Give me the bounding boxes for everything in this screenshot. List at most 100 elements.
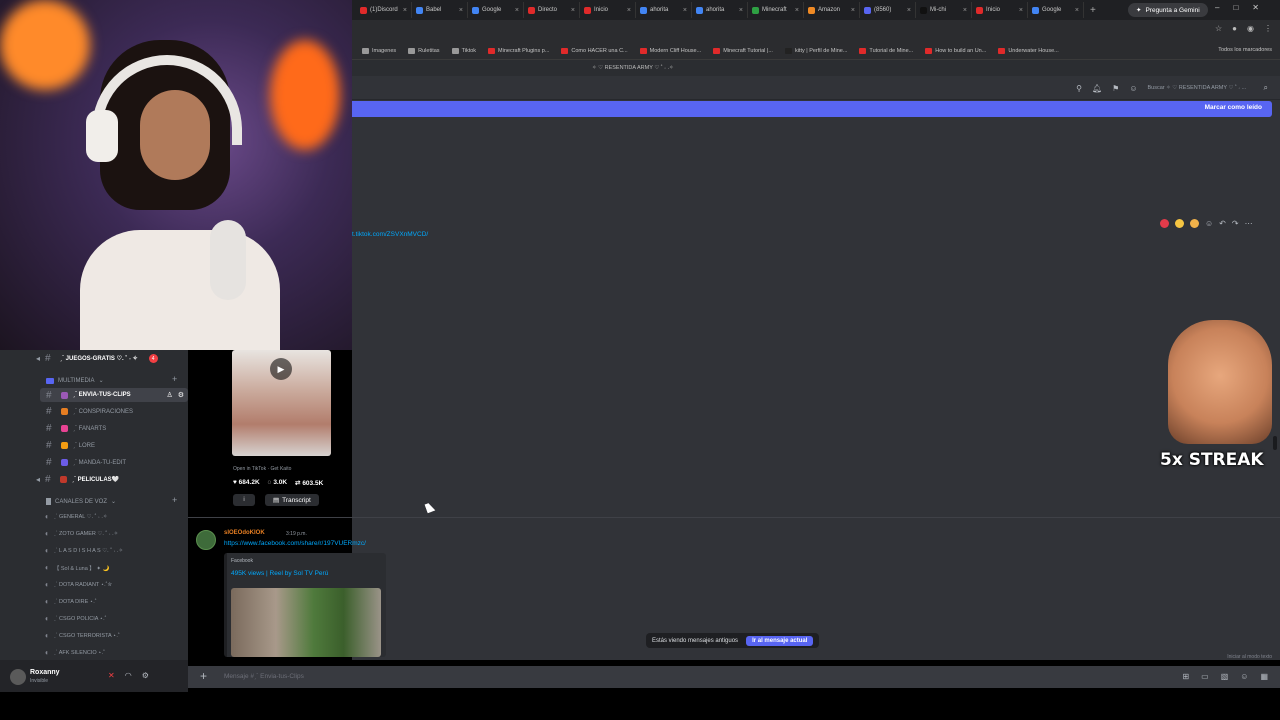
voice-channel[interactable]: ◖ ˏˋ DOTA RADIANT ⋆.˚✮ (44, 580, 112, 589)
browser-tab[interactable]: Babel × (412, 2, 468, 18)
new-tab-button[interactable]: + (1084, 5, 1102, 16)
gift-icon[interactable]: ⊞ (1182, 672, 1189, 681)
emoji-icon[interactable]: ☺ (1240, 672, 1248, 681)
channel-fanarts[interactable]: # ˏˋ FANARTS (46, 423, 106, 434)
close-tab-icon[interactable]: × (1019, 7, 1023, 14)
close-tab-icon[interactable]: × (459, 7, 463, 14)
bookmark-item[interactable]: Underwater House... (998, 47, 1059, 54)
search-input[interactable]: Buscar ✧ ♡ RESENTIDA ARMY ♡ ˚ ˖ ... (1148, 85, 1254, 91)
bookmark-item[interactable]: Como HACER una C... (561, 47, 628, 54)
gemini-button[interactable]: ✦ Pregunta a Gemini (1128, 3, 1208, 17)
browser-tab[interactable]: Mi-chi × (916, 2, 972, 18)
message-input[interactable] (188, 666, 1280, 688)
voice-channel[interactable]: ◖ ˏˋ AFK SILENCIO ⋆.˚ (44, 648, 105, 657)
menu-icon[interactable]: ⋮ (1264, 24, 1272, 33)
close-tab-icon[interactable]: × (851, 7, 855, 14)
category-multimedia[interactable]: MULTIMEDIA ⌄ (46, 377, 104, 384)
gear-icon[interactable]: ⚙ (142, 671, 149, 680)
close-window-button[interactable]: ✕ (1252, 3, 1259, 12)
close-tab-icon[interactable]: × (515, 7, 519, 14)
hand-reaction-icon[interactable] (1190, 219, 1199, 228)
browser-tab[interactable]: Inicio × (972, 2, 1028, 18)
browser-tab[interactable]: Minecraft × (748, 2, 804, 18)
channel-manda-tu-edit[interactable]: # ˏˋ MANDA-TU-EDIT (46, 457, 126, 468)
info-button[interactable]: i (233, 494, 255, 506)
bookmark-item[interactable]: Tutorial de Mine... (859, 47, 913, 54)
bookmark-item[interactable]: kitty | Perfil de Mine... (784, 47, 847, 54)
channel-lore[interactable]: # ˏˋ LORE (46, 440, 95, 451)
new-messages-bar[interactable] (352, 101, 1272, 117)
sticker-icon[interactable]: ▧ (1221, 672, 1229, 681)
voice-channel[interactable]: ◖ ˏˋ CSGO POLICIA ⋆.˚ (44, 614, 107, 623)
message-author[interactable]: sIOEOdoKIOK (224, 530, 265, 536)
members-icon[interactable]: ☺ (1129, 84, 1137, 93)
browser-tab[interactable]: Directo × (524, 2, 580, 18)
close-tab-icon[interactable]: × (907, 7, 911, 14)
minimize-button[interactable]: – (1215, 3, 1219, 12)
close-tab-icon[interactable]: × (627, 7, 631, 14)
profile-icon[interactable]: ◉ (1247, 24, 1254, 33)
tiktok-link[interactable]: t.tiktok.com/ZSVXnMVCD/ (352, 231, 428, 238)
bookmark-item[interactable]: Minecraft Plugins p... (488, 47, 549, 54)
play-icon[interactable]: ▶ (270, 358, 292, 380)
close-tab-icon[interactable]: × (739, 7, 743, 14)
emoji-reaction-icon[interactable] (1175, 219, 1184, 228)
browser-tab[interactable]: (8560) × (860, 2, 916, 18)
browser-tab[interactable]: Inicio × (580, 2, 636, 18)
browser-tab[interactable]: Google × (468, 2, 524, 18)
embed-title-link[interactable]: 495K views | Reel by Sol TV Perú (231, 570, 328, 577)
transcript-button[interactable]: ▤ Transcript (265, 494, 319, 506)
bookmark-item[interactable]: How to build an Un... (925, 47, 986, 54)
plus-icon[interactable]: + (200, 669, 207, 683)
facebook-link[interactable]: https://www.facebook.com/share/r/197VUER… (224, 540, 366, 547)
close-tab-icon[interactable]: × (1075, 7, 1079, 14)
voice-channel[interactable]: ◖ ˏˋ GENERAL ♡. ˚ ˖ .✧ (44, 512, 108, 521)
channel-envia-tus-clips[interactable]: # ˏˋ ENVIA-TUS-CLIPS ♙ ⚙ (40, 388, 188, 402)
browser-tab[interactable]: (1)Discord × (356, 2, 412, 18)
channel-conspiraciones[interactable]: # ˏˋ CONSPIRACIONES (46, 406, 133, 417)
message-input-placeholder[interactable]: Mensaje #ˏˋ Envia-tus-Clips (224, 673, 304, 680)
browser-tab[interactable]: ahorita × (692, 2, 748, 18)
bookmark-item[interactable]: Imagenes (362, 47, 396, 54)
extension-icon[interactable]: ● (1232, 24, 1237, 33)
avatar[interactable] (196, 530, 216, 550)
bookmark-item[interactable]: Minecraft Tutorial |... (713, 47, 773, 54)
mark-as-read-button[interactable]: Marcar como leído (1205, 104, 1262, 111)
channel-juegos-gratis[interactable]: ◂ # ˏˋ JUEGOS-GRATIS ♡. ˚ ˖ ✧ 4 (36, 353, 158, 364)
browser-tab[interactable]: Amazon × (804, 2, 860, 18)
heart-reaction-icon[interactable] (1160, 219, 1169, 228)
user-name[interactable]: Roxanny (30, 669, 60, 676)
reply-icon[interactable]: ↶ (1219, 219, 1226, 228)
embed-image[interactable] (231, 588, 381, 657)
user-avatar[interactable] (10, 669, 26, 685)
address-bar[interactable] (352, 20, 1280, 42)
star-icon[interactable]: ☆ (1215, 24, 1222, 33)
all-bookmarks[interactable]: Todos los marcadores (1218, 47, 1272, 53)
voice-channel[interactable]: ◖ ˏˋ ZOTO GAMER ♡. ˚ ˖ .✧ (44, 529, 118, 538)
jump-to-present-button[interactable]: Ir al mensaje actual (746, 635, 814, 646)
add-channel-icon[interactable]: + (172, 374, 177, 384)
threads-icon[interactable]: ⚲ (1076, 84, 1082, 93)
scrollbar[interactable] (1273, 436, 1277, 450)
pin-icon[interactable]: ⚑ (1112, 84, 1119, 93)
close-tab-icon[interactable]: × (403, 7, 407, 14)
forward-icon[interactable]: ↷ (1232, 219, 1239, 228)
bookmark-item[interactable]: Ruletitas (408, 47, 440, 54)
add-voice-channel-icon[interactable]: + (172, 495, 177, 505)
add-reaction-icon[interactable]: ☺ (1205, 219, 1213, 228)
voice-channel[interactable]: ◖ ˏˋ DOTA DIRE ⋆.˚ (44, 597, 97, 606)
more-icon[interactable]: ⋯ (1245, 219, 1253, 228)
voice-channel[interactable]: ◖ ˏˋ L A S D I S H A S ♡. ˚ ˖ .✧ (44, 546, 123, 555)
bookmark-item[interactable]: Tiktok (451, 47, 476, 54)
bell-icon[interactable]: 🔔︎ (1092, 84, 1102, 93)
category-voice[interactable]: CANALES DE VOZ ⌄ (46, 498, 116, 505)
mute-icon[interactable]: ✕ (108, 671, 115, 680)
browser-tab[interactable]: ahorita × (636, 2, 692, 18)
maximize-button[interactable]: □ (1233, 3, 1238, 12)
close-tab-icon[interactable]: × (571, 7, 575, 14)
gear-icon[interactable]: ⚙ (178, 391, 184, 399)
close-tab-icon[interactable]: × (963, 7, 967, 14)
bookmark-item[interactable]: Modern Cliff House... (639, 47, 701, 54)
close-tab-icon[interactable]: × (795, 7, 799, 14)
channel-peliculas[interactable]: ◂ # ˏˋ PELICULAS🤍 (36, 474, 119, 485)
